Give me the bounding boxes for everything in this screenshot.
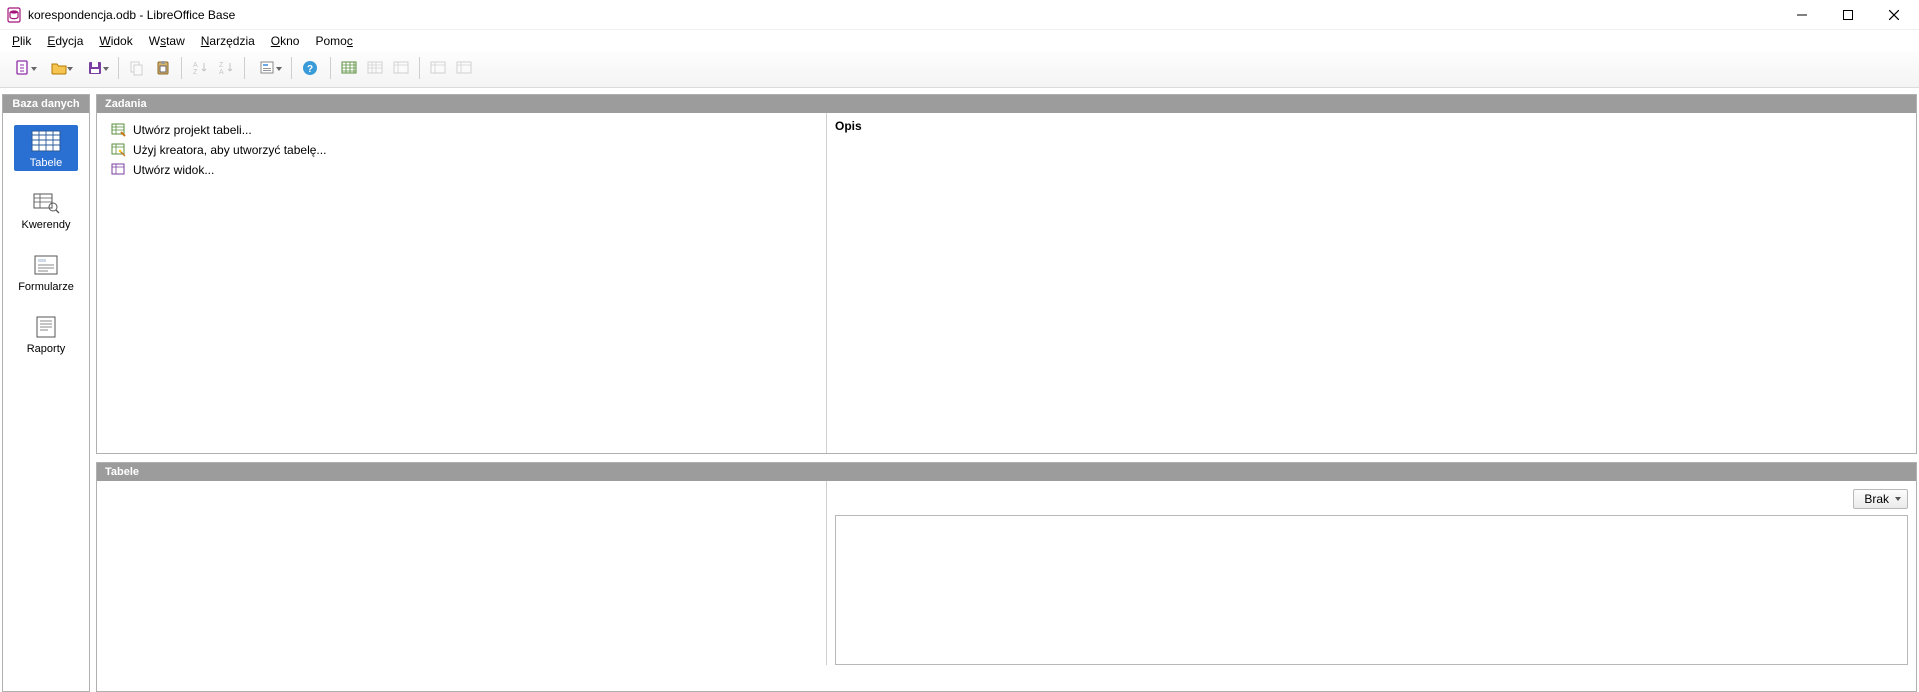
view-icon: [111, 162, 127, 178]
table-open-button: [389, 56, 413, 80]
paste-button[interactable]: [151, 56, 175, 80]
copy-button: [125, 56, 149, 80]
task-label: Utwórz widok...: [133, 163, 214, 177]
save-button[interactable]: [78, 56, 112, 80]
task-label: Utwórz projekt tabeli...: [133, 123, 252, 137]
window-title: korespondencja.odb - LibreOffice Base: [28, 8, 235, 22]
form-button[interactable]: [251, 56, 285, 80]
work-area: Baza danych Tabele Kwerendy Formularze: [0, 88, 1919, 692]
title-bar: korespondencja.odb - LibreOffice Base: [0, 0, 1919, 30]
queries-icon: [30, 191, 62, 215]
sidebar-item-label: Raporty: [27, 343, 66, 355]
svg-text:Z: Z: [219, 62, 224, 69]
menu-tools[interactable]: Narzędzia: [193, 32, 263, 50]
sidebar-item-label: Formularze: [18, 281, 74, 293]
menu-help[interactable]: Pomoc: [307, 32, 360, 50]
table-wizard-icon: [111, 142, 127, 158]
table-new-button[interactable]: [337, 56, 361, 80]
reports-icon: [30, 315, 62, 339]
table-edit-button: [426, 56, 450, 80]
toolbar-separator: [330, 57, 331, 79]
menu-edit[interactable]: Edycja: [39, 32, 91, 50]
description-header: Opis: [835, 119, 862, 133]
svg-text:Z: Z: [193, 69, 198, 76]
sidebar-item-queries[interactable]: Kwerendy: [14, 187, 78, 233]
table-design-icon: [111, 122, 127, 138]
open-button[interactable]: [42, 56, 76, 80]
tables-icon: [30, 129, 62, 153]
window-maximize-button[interactable]: [1825, 0, 1871, 30]
help-button[interactable]: ?: [298, 56, 322, 80]
sidebar-item-label: Kwerendy: [22, 219, 71, 231]
toolbar: AZ ZA ?: [0, 52, 1919, 88]
new-doc-button[interactable]: [6, 56, 40, 80]
forms-icon: [30, 253, 62, 277]
task-create-table-design[interactable]: Utwórz projekt tabeli...: [109, 121, 814, 139]
task-create-table-wizard[interactable]: Użyj kreatora, aby utworzyć tabelę...: [109, 141, 814, 159]
base-app-icon: [6, 7, 22, 23]
table-delete-button: [452, 56, 476, 80]
sidebar-item-label: Tabele: [30, 157, 62, 169]
menu-bar: Plik Edycja Widok Wstaw Narzędzia Okno P…: [0, 30, 1919, 52]
sort-desc-button: ZA: [214, 56, 238, 80]
sort-asc-button: AZ: [188, 56, 212, 80]
tables-panel: Tabele Brak: [96, 462, 1917, 692]
tables-preview-area: Brak: [827, 481, 1916, 665]
svg-text:A: A: [219, 69, 224, 76]
toolbar-separator: [118, 57, 119, 79]
preview-mode-select[interactable]: Brak: [1853, 489, 1908, 509]
task-label: Użyj kreatora, aby utworzyć tabelę...: [133, 143, 326, 157]
menu-window[interactable]: Okno: [263, 32, 308, 50]
preview-mode-label: Brak: [1864, 492, 1889, 506]
window-minimize-button[interactable]: [1779, 0, 1825, 30]
tables-list-area[interactable]: [97, 481, 827, 665]
tasks-panel-header: Zadania: [97, 95, 1916, 113]
svg-text:A: A: [193, 62, 198, 69]
tables-panel-header: Tabele: [97, 463, 1916, 481]
menu-view[interactable]: Widok: [91, 32, 140, 50]
task-create-view[interactable]: Utwórz widok...: [109, 161, 814, 179]
menu-insert[interactable]: Wstaw: [141, 32, 193, 50]
sidebar-header: Baza danych: [3, 95, 89, 113]
sidebar-item-tables[interactable]: Tabele: [14, 125, 78, 171]
sidebar-item-forms[interactable]: Formularze: [14, 249, 78, 295]
table-wizard-button: [363, 56, 387, 80]
menu-file[interactable]: Plik: [4, 32, 39, 50]
task-description-pane: Opis: [827, 113, 1916, 453]
window-close-button[interactable]: [1871, 0, 1917, 30]
tasks-list: Utwórz projekt tabeli... Użyj kreatora, …: [97, 113, 827, 453]
svg-text:?: ?: [307, 64, 313, 75]
database-sidebar: Baza danych Tabele Kwerendy Formularze: [2, 94, 90, 692]
toolbar-separator: [181, 57, 182, 79]
toolbar-separator: [419, 57, 420, 79]
tasks-panel: Zadania Utwórz projekt tabeli... Użyj kr…: [96, 94, 1917, 454]
preview-box: [835, 515, 1908, 665]
toolbar-separator: [291, 57, 292, 79]
toolbar-separator: [244, 57, 245, 79]
sidebar-item-reports[interactable]: Raporty: [14, 311, 78, 357]
